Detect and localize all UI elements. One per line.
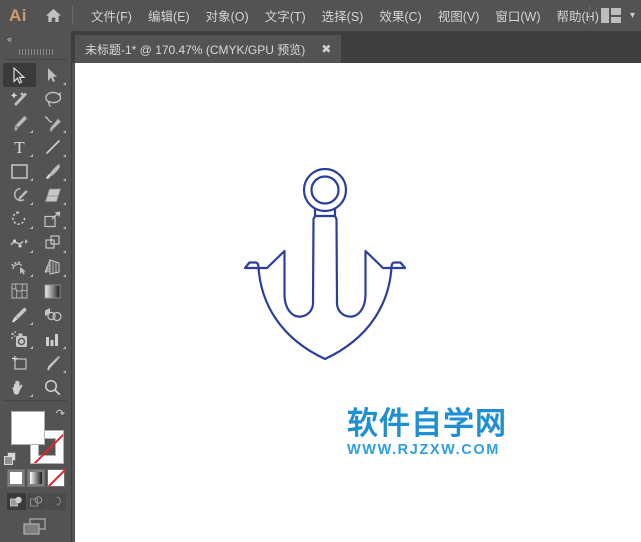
draw-inside-button[interactable]: [47, 493, 66, 510]
document-tab-bar: 未标题-1* @ 170.47% (CMYK/GPU 预览) ✖: [71, 31, 641, 63]
menubar-right-controls: ▾: [588, 0, 635, 31]
shape-builder-tool[interactable]: [3, 255, 36, 279]
eyedropper-tool[interactable]: [3, 303, 36, 327]
rectangle-tool[interactable]: [3, 159, 36, 183]
zoom-tool[interactable]: [36, 375, 69, 399]
artboard-canvas[interactable]: 软件自学网 WWW.RJZXW.COM: [75, 63, 641, 542]
none-swatch-button[interactable]: [47, 468, 67, 488]
svg-text:T: T: [14, 139, 25, 155]
menu-type[interactable]: 文字(T): [257, 3, 314, 28]
mesh-tool[interactable]: [3, 279, 36, 303]
menubar-right-divider: [588, 6, 590, 25]
perspective-grid-tool[interactable]: [36, 255, 69, 279]
column-graph-tool[interactable]: [36, 327, 69, 351]
fill-color-swatch[interactable]: [11, 411, 45, 445]
menu-view[interactable]: 视图(V): [430, 3, 488, 28]
tool-grid: T: [3, 63, 69, 399]
toolbar-divider-2: [4, 400, 67, 401]
illustrator-window: Ai 文件(F) 编辑(E) 对象(O) 文字(T) 选择(S) 效果(C) 视…: [0, 0, 641, 542]
close-icon[interactable]: ✖: [321, 43, 331, 55]
direct-selection-tool[interactable]: [36, 63, 69, 87]
type-tool[interactable]: T: [3, 135, 36, 159]
workspace-switcher-icon[interactable]: [600, 8, 621, 23]
scale-tool[interactable]: [36, 207, 69, 231]
rotate-tool[interactable]: [3, 207, 36, 231]
pen-tool[interactable]: [3, 111, 36, 135]
document-tab[interactable]: 未标题-1* @ 170.47% (CMYK/GPU 预览) ✖: [75, 35, 342, 63]
symbol-sprayer-tool[interactable]: [3, 327, 36, 351]
menu-object[interactable]: 对象(O): [198, 3, 257, 28]
hand-tool[interactable]: [3, 375, 36, 399]
line-segment-tool[interactable]: [36, 135, 69, 159]
selection-tool[interactable]: [3, 63, 36, 87]
watermark-chinese: 软件自学网: [347, 406, 507, 442]
swap-fill-stroke-icon[interactable]: ↷: [56, 407, 65, 420]
gradient-swatch-button[interactable]: [27, 469, 45, 487]
panel-drag-handle[interactable]: [0, 46, 71, 58]
blend-tool[interactable]: [36, 303, 69, 327]
width-tool[interactable]: [3, 231, 36, 255]
menu-edit[interactable]: 编辑(E): [140, 3, 198, 28]
tools-panel: « T ↷: [0, 31, 72, 542]
lasso-tool[interactable]: [36, 87, 69, 111]
app-logo-icon: Ai: [9, 5, 27, 25]
gradient-tool[interactable]: [36, 279, 69, 303]
paint-mode-row: [7, 468, 67, 488]
chevron-down-icon[interactable]: ▾: [630, 10, 635, 21]
draw-behind-button[interactable]: [27, 493, 46, 510]
color-swatch-button[interactable]: [7, 469, 25, 487]
watermark: 软件自学网 WWW.RJZXW.COM: [347, 408, 507, 458]
magic-wand-tool[interactable]: [3, 87, 36, 111]
curvature-tool[interactable]: [36, 111, 69, 135]
menubar-divider: [72, 6, 73, 25]
slice-tool[interactable]: [36, 351, 69, 375]
collapse-panel-button[interactable]: «: [0, 31, 71, 46]
free-transform-tool[interactable]: [36, 231, 69, 255]
menu-items: 文件(F) 编辑(E) 对象(O) 文字(T) 选择(S) 效果(C) 视图(V…: [83, 3, 607, 28]
home-icon[interactable]: [36, 0, 70, 31]
eraser-tool[interactable]: [36, 183, 69, 207]
screen-mode-icon[interactable]: [0, 517, 71, 537]
menu-file[interactable]: 文件(F): [83, 3, 140, 28]
draw-mode-row: [7, 493, 66, 510]
watermark-url: WWW.RJZXW.COM: [347, 441, 500, 458]
color-controls: ↷: [0, 405, 71, 535]
paintbrush-tool[interactable]: [36, 159, 69, 183]
document-tab-title: 未标题-1* @ 170.47% (CMYK/GPU 预览): [85, 42, 306, 57]
shaper-tool[interactable]: [3, 183, 36, 207]
menu-window[interactable]: 窗口(W): [487, 3, 548, 28]
artboard-tool[interactable]: [3, 351, 36, 375]
menu-effect[interactable]: 效果(C): [371, 3, 429, 28]
toolbar-divider: [4, 59, 67, 60]
anchor-illustration[interactable]: [235, 163, 415, 378]
menu-select[interactable]: 选择(S): [314, 3, 372, 28]
draw-normal-button[interactable]: [7, 493, 26, 510]
menu-bar: Ai 文件(F) 编辑(E) 对象(O) 文字(T) 选择(S) 效果(C) 视…: [0, 0, 641, 31]
